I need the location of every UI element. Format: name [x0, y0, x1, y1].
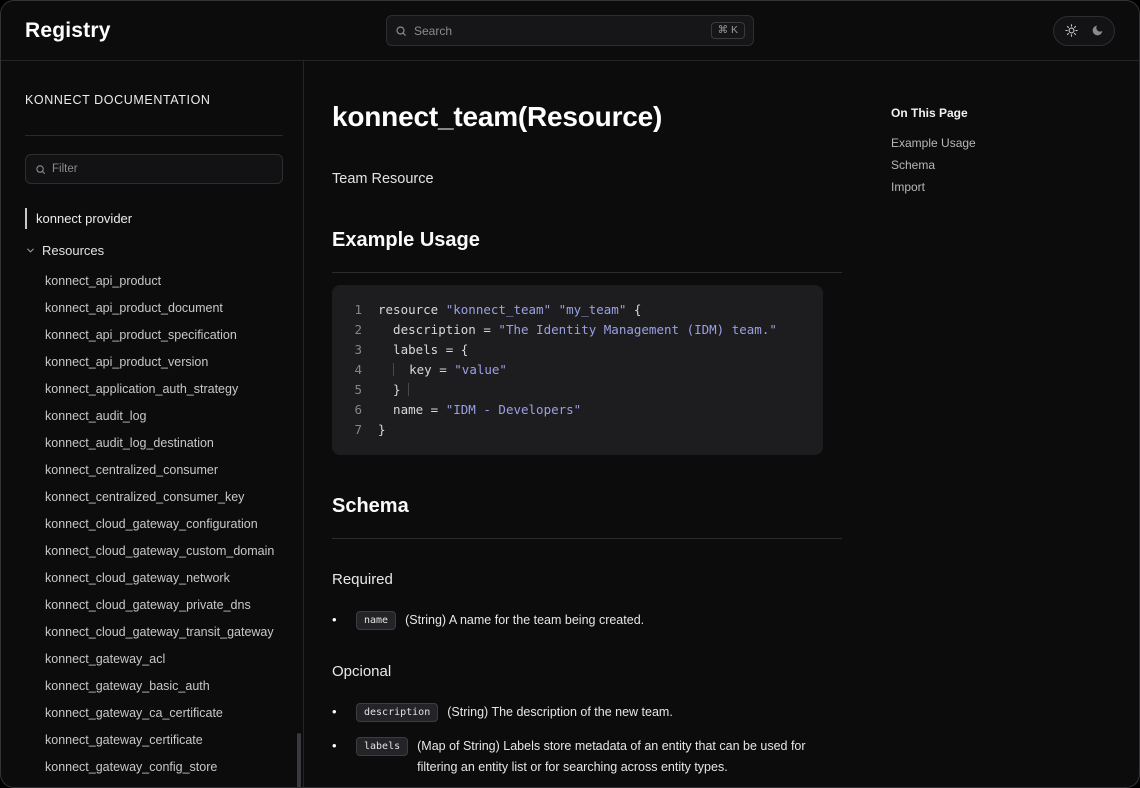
page-subtitle: Team Resource	[332, 171, 842, 187]
chevron-down-icon	[25, 245, 36, 256]
attribute-item: labels (Map of String) Labels store metad…	[332, 736, 842, 778]
line-number: 7	[348, 420, 362, 440]
resource-item[interactable]: konnect_gateway_basic_auth	[45, 673, 283, 700]
line-number: 1	[348, 300, 362, 320]
resource-item[interactable]: konnect_centralized_consumer	[45, 457, 283, 484]
code-line: 6 name = "IDM - Developers"	[348, 400, 807, 420]
top-bar: Registry ⌘ K	[1, 1, 1139, 61]
attribute-item: description (String) The description of t…	[332, 702, 842, 723]
resource-item[interactable]: konnect_cloud_gateway_transit_gateway	[45, 619, 283, 646]
line-number: 2	[348, 320, 362, 340]
code-content: }	[378, 380, 409, 400]
main-content: konnect_team(Resource) Team Resource Exa…	[304, 61, 842, 788]
filter-search-icon	[35, 164, 46, 175]
sidebar-scrollbar-thumb[interactable]	[297, 733, 301, 788]
sidebar-filter[interactable]	[25, 154, 283, 184]
code-content: description = "The Identity Management (…	[378, 320, 777, 340]
line-number: 6	[348, 400, 362, 420]
theme-toggle	[1053, 16, 1115, 46]
resource-item[interactable]: konnect_application_auth_strategy	[45, 376, 283, 403]
resources-section-toggle[interactable]: Resources	[25, 243, 283, 258]
schema-heading: Schema	[332, 495, 842, 539]
resource-item[interactable]: konnect_gateway_config_store	[45, 754, 283, 781]
light-theme-icon[interactable]	[1060, 20, 1082, 42]
resource-item[interactable]: konnect_api_product_specification	[45, 322, 283, 349]
resources-label: Resources	[42, 243, 104, 258]
sidebar-heading: KONNECT DOCUMENTATION	[25, 93, 283, 107]
resource-item[interactable]: konnect_gateway_consumer	[45, 781, 283, 788]
code-lines: 1resource "konnect_team" "my_team" {2 de…	[348, 300, 807, 440]
optional-list: description (String) The description of t…	[332, 702, 842, 778]
attribute-badge: labels	[356, 737, 408, 756]
global-search[interactable]: ⌘ K	[386, 15, 754, 46]
page-body: KONNECT DOCUMENTATION konnect provider R…	[1, 61, 1139, 788]
resource-item[interactable]: konnect_gateway_ca_certificate	[45, 700, 283, 727]
required-heading: Required	[332, 571, 842, 588]
page-title: konnect_team(Resource)	[332, 101, 842, 133]
code-content: key = "value"	[378, 360, 507, 380]
resource-item[interactable]: konnect_api_product	[45, 268, 283, 295]
sidebar-item-konnect-provider[interactable]: konnect provider	[25, 208, 283, 229]
optional-heading: Opcional	[332, 663, 842, 680]
toc-link[interactable]: Import	[891, 176, 1115, 198]
line-number: 3	[348, 340, 362, 360]
attribute-badge: name	[356, 611, 396, 630]
code-block: 1resource "konnect_team" "my_team" {2 de…	[332, 285, 823, 455]
attribute-item: name (String) A name for the team being c…	[332, 610, 842, 631]
code-content: name = "IDM - Developers"	[378, 400, 581, 420]
resource-item[interactable]: konnect_gateway_acl	[45, 646, 283, 673]
line-number: 5	[348, 380, 362, 400]
resource-item[interactable]: konnect_cloud_gateway_network	[45, 565, 283, 592]
on-this-page: On This Page Example UsageSchemaImport	[891, 61, 1139, 788]
search-icon	[395, 25, 407, 37]
code-line: 7}	[348, 420, 807, 440]
attribute-badge: description	[356, 703, 438, 722]
resource-item[interactable]: konnect_api_product_document	[45, 295, 283, 322]
attribute-description: (Map of String) Labels store metadata of…	[417, 736, 842, 778]
resource-item[interactable]: konnect_api_product_version	[45, 349, 283, 376]
toc-link[interactable]: Example Usage	[891, 132, 1115, 154]
resource-item[interactable]: konnect_centralized_consumer_key	[45, 484, 283, 511]
code-content: resource "konnect_team" "my_team" {	[378, 300, 641, 320]
code-content: labels = {	[378, 340, 468, 360]
filter-input[interactable]	[52, 163, 273, 175]
code-line: 2 description = "The Identity Management…	[348, 320, 807, 340]
code-line: 4 key = "value"	[348, 360, 807, 380]
resource-item[interactable]: konnect_audit_log_destination	[45, 430, 283, 457]
app-window: Registry ⌘ K	[0, 0, 1140, 788]
resource-item[interactable]: konnect_cloud_gateway_private_dns	[45, 592, 283, 619]
code-line: 1 resource "konnect_team" "my_team" {	[348, 300, 807, 320]
code-line: 3 labels = {	[348, 340, 807, 360]
attribute-description: (String) The description of the new team…	[447, 702, 673, 723]
search-shortcut-badge: ⌘ K	[711, 22, 745, 39]
toc-links: Example UsageSchemaImport	[891, 132, 1115, 198]
toc-link[interactable]: Schema	[891, 154, 1115, 176]
attribute-description: (String) A name for the team being creat…	[405, 610, 644, 631]
search-input[interactable]	[414, 24, 711, 38]
resource-item[interactable]: konnect_audit_log	[45, 403, 283, 430]
code-content: }	[378, 420, 386, 440]
example-usage-heading: Example Usage	[332, 229, 842, 273]
dark-theme-icon[interactable]	[1086, 20, 1108, 42]
sidebar-divider	[25, 135, 283, 136]
resource-item[interactable]: konnect_cloud_gateway_custom_domain	[45, 538, 283, 565]
resource-list: konnect_api_productkonnect_api_product_d…	[25, 268, 283, 788]
toc-heading: On This Page	[891, 106, 1115, 120]
code-line: 5 }	[348, 380, 807, 400]
line-number: 4	[348, 360, 362, 380]
required-list: name (String) A name for the team being c…	[332, 610, 842, 631]
brand-title: Registry	[25, 19, 111, 43]
sidebar: KONNECT DOCUMENTATION konnect provider R…	[1, 61, 304, 788]
resource-item[interactable]: konnect_gateway_certificate	[45, 727, 283, 754]
resource-item[interactable]: konnect_cloud_gateway_configuration	[45, 511, 283, 538]
